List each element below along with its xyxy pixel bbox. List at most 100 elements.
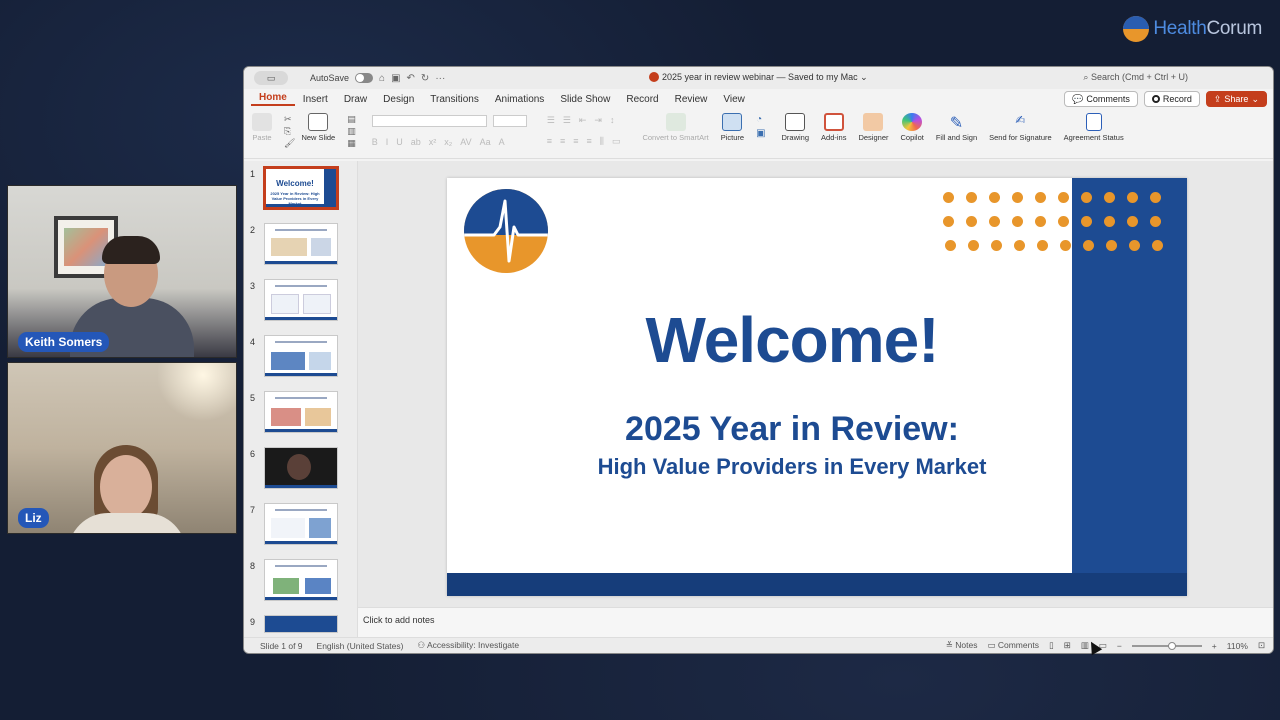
decorative-dot: [943, 192, 954, 203]
decorative-dot: [1035, 192, 1046, 203]
undo-icon[interactable]: ↶: [407, 73, 415, 84]
slide-sorter-icon[interactable]: ⊞: [1064, 640, 1071, 651]
home-icon[interactable]: ⌂: [379, 73, 385, 84]
accessibility-icon: ⚇: [417, 640, 427, 650]
tab-review[interactable]: Review: [667, 94, 716, 105]
addins-icon: [823, 113, 844, 131]
decorative-dot: [968, 240, 979, 251]
tab-view[interactable]: View: [715, 94, 753, 105]
picture-icon: [722, 113, 743, 131]
send-signature-button[interactable]: ✍ Send for Signature: [989, 113, 1052, 142]
slide-thumbnail-5[interactable]: 5: [250, 391, 338, 433]
convert-smartart-button[interactable]: Convert to SmartArt: [642, 113, 709, 142]
participant-video-liz[interactable]: Liz: [7, 362, 237, 534]
drawing-button[interactable]: Drawing: [782, 113, 809, 142]
healthcorum-logo-icon: [1123, 16, 1150, 42]
shapes-button[interactable]: ◔ ▣: [756, 113, 765, 141]
record-button[interactable]: Record: [1143, 91, 1200, 107]
workspace: 1 Welcome! 2025 Year in Review: High Val…: [244, 161, 1273, 637]
slide-thumbnail-6[interactable]: 6: [250, 447, 338, 489]
slide-thumbnail-9[interactable]: 9: [250, 615, 338, 633]
paragraph-controls[interactable]: ☰ ☰ ⇤ ⇥ ↕ ≡ ≡ ≡ ≡ ⫼ ▭: [547, 113, 621, 147]
decorative-dot: [1152, 240, 1163, 251]
sidebar-toggle-icon[interactable]: ▭: [254, 71, 288, 85]
zoom-slider[interactable]: [1131, 641, 1202, 650]
slide-thumbnail-2[interactable]: 2: [250, 223, 338, 265]
slide-canvas[interactable]: Welcome! 2025 Year in Review: High Value…: [358, 161, 1273, 637]
language-indicator[interactable]: English (United States): [317, 641, 404, 651]
record-icon: [1151, 95, 1160, 103]
fill-sign-button[interactable]: ✎ Fill and Sign: [936, 113, 977, 142]
copilot-button[interactable]: Copilot: [900, 113, 924, 142]
tab-design[interactable]: Design: [375, 94, 422, 105]
decorative-dot: [1058, 192, 1069, 203]
autosave-toggle[interactable]: [355, 73, 374, 83]
font-style-buttons[interactable]: B I Uab x² x₂ AV Aa A: [372, 137, 505, 147]
ribbon: Paste ✂ ⎘ 🖌 New Slide ▤ ▥ ▦ B I Uab x² x₂ AV Aa A ☰…: [244, 109, 1273, 159]
heartbeat-logo-icon: [464, 189, 548, 273]
healthcorum-wordmark: HealthCorum: [1153, 18, 1262, 39]
smartart-icon: [665, 113, 686, 131]
normal-view-icon[interactable]: ▯: [1049, 640, 1054, 651]
decorative-dot: [1035, 216, 1046, 227]
slide-thumbnail-8[interactable]: 8: [250, 559, 338, 601]
document-title[interactable]: 2025 year in review webinar — Saved to m…: [649, 72, 868, 83]
agreement-icon: [1085, 113, 1102, 131]
slide-counter: Slide 1 of 9: [260, 640, 303, 651]
powerpoint-window: ▭ AutoSave ⌂ ▣ ↶ ↻ ··· 2025 year in revi…: [243, 66, 1274, 654]
zoom-in-icon[interactable]: +: [1212, 641, 1217, 651]
new-slide-button[interactable]: New Slide: [301, 113, 335, 142]
tab-draw[interactable]: Draw: [336, 94, 375, 105]
tab-animations[interactable]: Animations: [487, 94, 552, 105]
decorative-dot: [1127, 216, 1138, 227]
tab-insert[interactable]: Insert: [295, 94, 336, 105]
slide-thumbnail-7[interactable]: 7: [250, 503, 338, 545]
chevron-down-icon: ⌄: [1251, 93, 1259, 104]
slide-thumbnail-pane[interactable]: 1 Welcome! 2025 Year in Review: High Val…: [244, 161, 358, 637]
decorative-dot: [1060, 240, 1071, 251]
decorative-dot: [1127, 192, 1138, 203]
agreement-status-button[interactable]: Agreement Status: [1064, 113, 1124, 142]
picture-button[interactable]: Picture: [721, 113, 744, 142]
share-button[interactable]: ⇪ Share ⌄: [1205, 91, 1267, 107]
accessibility-status[interactable]: ⚇ Accessibility: Investigate: [417, 640, 519, 651]
more-icon[interactable]: ···: [435, 73, 445, 84]
tab-transitions[interactable]: Transitions: [422, 94, 487, 105]
comment-icon: 💬: [1072, 93, 1084, 104]
decorative-dot: [1104, 192, 1115, 203]
slide-thumbnail-4[interactable]: 4: [250, 335, 338, 377]
decorative-dot: [945, 240, 956, 251]
slide-footer-bar: [447, 573, 1187, 596]
save-icon[interactable]: ▣: [391, 73, 400, 84]
share-icon: ⇪: [1213, 93, 1222, 104]
font-size-field[interactable]: [492, 115, 527, 127]
tab-record[interactable]: Record: [618, 94, 666, 105]
notes-field[interactable]: Click to add notes: [358, 607, 1273, 637]
slide-thumbnail-1[interactable]: 1 Welcome! 2025 Year in Review: High Val…: [250, 166, 339, 210]
participant-video-keith[interactable]: Keith Somers: [7, 185, 237, 358]
zoom-out-icon[interactable]: −: [1117, 641, 1122, 651]
redo-icon[interactable]: ↻: [421, 73, 429, 84]
layout-tools[interactable]: ▤ ▥ ▦: [347, 113, 356, 149]
comments-button[interactable]: 💬 Comments: [1064, 91, 1138, 107]
decorative-dot: [966, 216, 977, 227]
decorative-dot: [1104, 216, 1115, 227]
paste-button[interactable]: Paste: [252, 113, 272, 142]
paste-icon: [252, 113, 272, 131]
comments-toggle[interactable]: ▭ Comments: [987, 640, 1039, 651]
designer-button[interactable]: Designer: [858, 113, 888, 142]
fit-to-window-icon[interactable]: ⊡: [1258, 640, 1265, 651]
search-field[interactable]: ⌕ Search (Cmd + Ctrl + U): [1083, 72, 1188, 83]
addins-button[interactable]: Add-ins: [821, 113, 846, 142]
zoom-level[interactable]: 110%: [1227, 641, 1248, 651]
current-slide[interactable]: Welcome! 2025 Year in Review: High Value…: [447, 178, 1187, 596]
tab-home[interactable]: Home: [251, 92, 295, 106]
decorative-dot: [1129, 240, 1140, 251]
search-icon: ⌕: [1083, 72, 1091, 82]
font-name-field[interactable]: [371, 115, 487, 127]
tab-slide-show[interactable]: Slide Show: [552, 94, 618, 105]
notes-toggle[interactable]: ≚ Notes: [946, 640, 978, 651]
slide-thumbnail-3[interactable]: 3: [250, 279, 338, 321]
decorative-dot: [1014, 240, 1025, 251]
decorative-dot: [1150, 192, 1161, 203]
